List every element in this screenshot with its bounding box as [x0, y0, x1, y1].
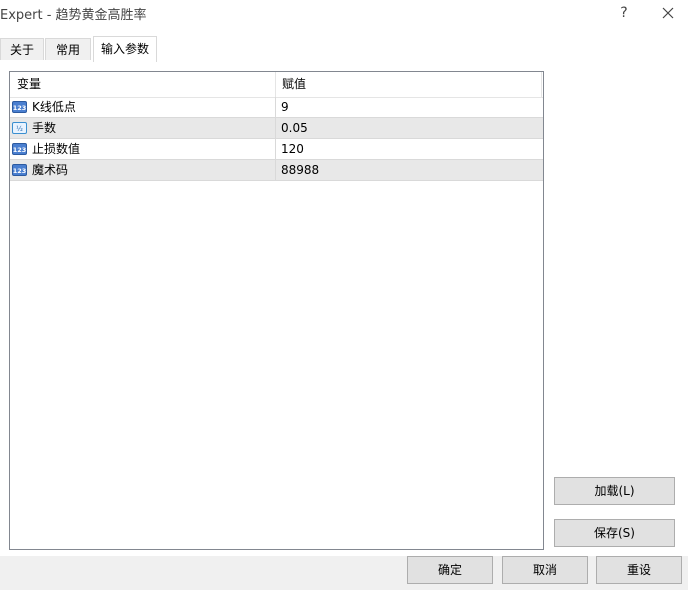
parameter-value[interactable]: 9 [281, 97, 289, 117]
column-divider[interactable] [275, 72, 276, 97]
help-button[interactable]: ? [604, 0, 644, 26]
ok-button[interactable]: 确定 [407, 556, 493, 584]
svg-text:123: 123 [13, 104, 27, 112]
svg-text:123: 123 [13, 167, 27, 175]
parameter-value[interactable]: 88988 [281, 160, 319, 180]
cancel-button[interactable]: 取消 [502, 556, 588, 584]
column-header-value[interactable]: 赋值 [282, 72, 306, 97]
parameter-name: 手数 [32, 121, 57, 135]
parameter-name: K线低点 [32, 100, 76, 114]
parameter-value[interactable]: 0.05 [281, 118, 308, 138]
cell-divider [275, 160, 276, 181]
svg-text:½: ½ [16, 125, 23, 133]
parameter-name: 魔术码 [32, 163, 69, 177]
table-row[interactable]: ½ 手数 0.05 [10, 118, 543, 139]
tab-about[interactable]: 关于 [0, 38, 44, 60]
table-row[interactable]: 123 止损数值 120 [10, 139, 543, 160]
load-button[interactable]: 加载(L) [554, 477, 675, 505]
integer-type-icon: 123 [12, 143, 27, 155]
parameter-value[interactable]: 120 [281, 139, 304, 159]
double-type-icon: ½ [12, 122, 27, 134]
reset-button[interactable]: 重设 [596, 556, 682, 584]
cell-divider [275, 97, 276, 118]
parameters-table: 变量 赋值 123 K线低点 9 ½ 手数 0.05 123 止损数值 120 … [9, 71, 544, 550]
integer-type-icon: 123 [12, 101, 27, 113]
parameter-name: 止损数值 [32, 142, 81, 156]
window-title: Expert - 趋势黄金高胜率 [0, 8, 147, 23]
column-header-variable[interactable]: 变量 [17, 72, 41, 97]
table-row[interactable]: 123 魔术码 88988 [10, 160, 543, 181]
close-icon [662, 7, 674, 19]
tab-common[interactable]: 常用 [45, 38, 91, 60]
tab-strip: 关于 常用 输入参数 [0, 26, 688, 62]
cell-divider [275, 118, 276, 139]
save-button[interactable]: 保存(S) [554, 519, 675, 547]
title-bar: Expert - 趋势黄金高胜率 ? [0, 0, 688, 26]
svg-text:123: 123 [13, 146, 27, 154]
table-row[interactable]: 123 K线低点 9 [10, 97, 543, 118]
column-divider[interactable] [541, 72, 542, 97]
cell-divider [275, 139, 276, 160]
close-button[interactable] [648, 0, 688, 26]
dialog-footer: 确定 取消 重设 [0, 556, 688, 590]
integer-type-icon: 123 [12, 164, 27, 176]
inputs-panel: 变量 赋值 123 K线低点 9 ½ 手数 0.05 123 止损数值 120 … [0, 62, 688, 556]
table-header: 变量 赋值 [10, 72, 543, 98]
tab-inputs[interactable]: 输入参数 [93, 36, 157, 62]
